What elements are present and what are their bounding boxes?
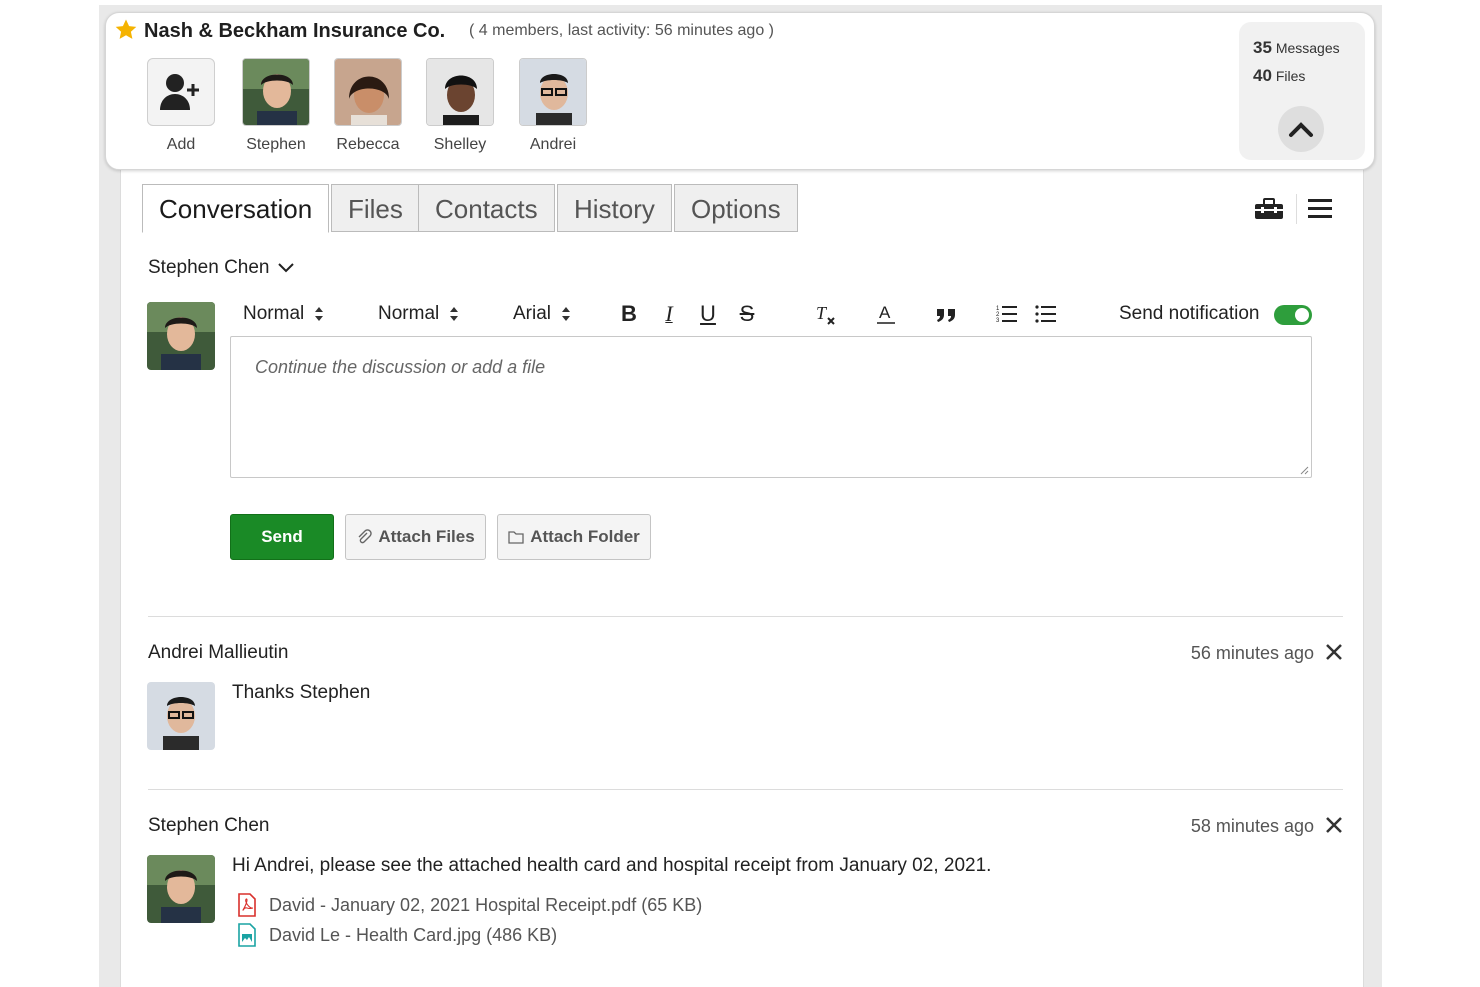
svg-text:3: 3 xyxy=(996,318,1000,324)
messages-label: Messages xyxy=(1275,40,1340,56)
message-text: Thanks Stephen xyxy=(232,682,371,703)
files-count: 40 xyxy=(1253,66,1272,85)
resize-handle-icon[interactable] xyxy=(1299,465,1309,475)
strikethrough-icon[interactable]: S xyxy=(733,300,761,328)
member-rebecca[interactable]: Rebecca xyxy=(323,58,413,154)
message-avatar xyxy=(147,855,215,923)
add-user-icon xyxy=(147,58,215,126)
paragraph-style-select[interactable]: Normal xyxy=(243,303,324,325)
add-label: Add xyxy=(166,136,196,153)
paperclip-icon xyxy=(358,529,373,544)
menu-icon[interactable] xyxy=(1308,198,1332,220)
tab-history[interactable]: History xyxy=(557,184,672,232)
editor-placeholder: Continue the discussion or add a file xyxy=(255,357,546,377)
attachment-name: David - January 02, 2021 Hospital Receip… xyxy=(269,894,703,915)
paragraph-style-value: Normal xyxy=(243,303,305,324)
attachment-link[interactable]: David Le - Health Card.jpg (486 KB) xyxy=(237,923,557,947)
member-name: Rebecca xyxy=(336,136,400,153)
stats-panel: 35 Messages 40 Files xyxy=(1239,22,1365,160)
chevron-down-icon xyxy=(277,263,294,273)
messages-count: 35 xyxy=(1253,38,1272,57)
attachment-link[interactable]: David - January 02, 2021 Hospital Receip… xyxy=(237,893,702,917)
message-avatar xyxy=(147,682,215,750)
text-color-icon[interactable]: A xyxy=(872,300,900,328)
author-select-value: Stephen Chen xyxy=(148,257,270,278)
bold-icon[interactable]: B xyxy=(615,300,643,328)
avatar xyxy=(334,58,402,126)
message-author: Andrei Mallieutin xyxy=(148,642,289,663)
attach-files-label: Attach Files xyxy=(378,527,475,546)
member-name: Andrei xyxy=(529,136,577,153)
message-divider xyxy=(148,616,1343,617)
attach-folder-label: Attach Folder xyxy=(530,527,640,546)
avatar xyxy=(519,58,587,126)
chevron-up-icon xyxy=(1289,122,1313,137)
blockquote-icon[interactable] xyxy=(932,300,960,328)
delete-message-icon[interactable] xyxy=(1324,642,1344,662)
attach-folder-button[interactable]: Attach Folder xyxy=(497,514,651,560)
font-family-select[interactable]: Arial xyxy=(513,303,571,325)
member-stephen[interactable]: Stephen xyxy=(231,58,321,154)
tab-conversation[interactable]: Conversation xyxy=(142,184,330,233)
font-size-select[interactable]: Normal xyxy=(378,303,459,325)
group-title: Nash & Beckham Insurance Co. xyxy=(144,20,446,42)
files-stat: 40 Files xyxy=(1253,66,1305,86)
files-label: Files xyxy=(1275,68,1306,84)
attach-files-button[interactable]: Attach Files xyxy=(345,514,486,560)
folder-icon xyxy=(508,531,524,544)
favorite-star-icon[interactable] xyxy=(114,18,138,42)
toolbox-icon[interactable] xyxy=(1254,198,1284,220)
author-select[interactable]: Stephen Chen xyxy=(148,257,294,279)
send-notification-label: Send notification xyxy=(1119,303,1260,324)
message-editor[interactable]: Continue the discussion or add a file xyxy=(230,336,1312,478)
delete-message-icon[interactable] xyxy=(1324,815,1344,835)
toolbar-divider xyxy=(1296,194,1297,224)
member-andrei[interactable]: Andrei xyxy=(508,58,598,154)
bullet-list-icon[interactable] xyxy=(1032,300,1060,328)
send-notification-toggle[interactable] xyxy=(1274,305,1312,325)
send-button[interactable]: Send xyxy=(230,514,334,560)
tab-options[interactable]: Options xyxy=(674,184,798,232)
sort-arrows-icon xyxy=(562,307,571,321)
tab-contacts[interactable]: Contacts xyxy=(418,184,555,232)
sort-arrows-icon xyxy=(450,307,459,321)
message-divider xyxy=(148,789,1343,790)
pdf-file-icon xyxy=(238,893,256,917)
messages-stat: 35 Messages xyxy=(1253,38,1340,58)
tab-files[interactable]: Files xyxy=(331,184,420,232)
member-name: Shelley xyxy=(433,136,487,153)
font-family-value: Arial xyxy=(513,303,552,324)
underline-icon[interactable]: U xyxy=(694,300,722,328)
clear-format-icon[interactable]: T xyxy=(812,300,840,328)
svg-text:T: T xyxy=(816,303,828,323)
collapse-header-button[interactable] xyxy=(1278,106,1324,152)
composer-avatar xyxy=(147,302,215,370)
font-size-value: Normal xyxy=(378,303,440,324)
message-author: Stephen Chen xyxy=(148,815,270,836)
message-time: 58 minutes ago xyxy=(1190,816,1314,836)
italic-icon[interactable]: I xyxy=(655,300,683,328)
attachment-name: David Le - Health Card.jpg (486 KB) xyxy=(269,924,558,945)
add-member-button[interactable]: Add xyxy=(136,58,226,154)
avatar xyxy=(242,58,310,126)
sort-arrows-icon xyxy=(315,307,324,321)
avatar xyxy=(426,58,494,126)
ordered-list-icon[interactable]: 123 xyxy=(993,300,1021,328)
message-text: Hi Andrei, please see the attached healt… xyxy=(232,855,992,876)
message-time: 56 minutes ago xyxy=(1190,643,1314,663)
member-name: Stephen xyxy=(246,136,306,153)
group-subtitle: ( 4 members, last activity: 56 minutes a… xyxy=(469,22,774,39)
member-shelley[interactable]: Shelley xyxy=(415,58,505,154)
svg-text:A: A xyxy=(879,303,891,322)
image-file-icon xyxy=(238,923,256,947)
